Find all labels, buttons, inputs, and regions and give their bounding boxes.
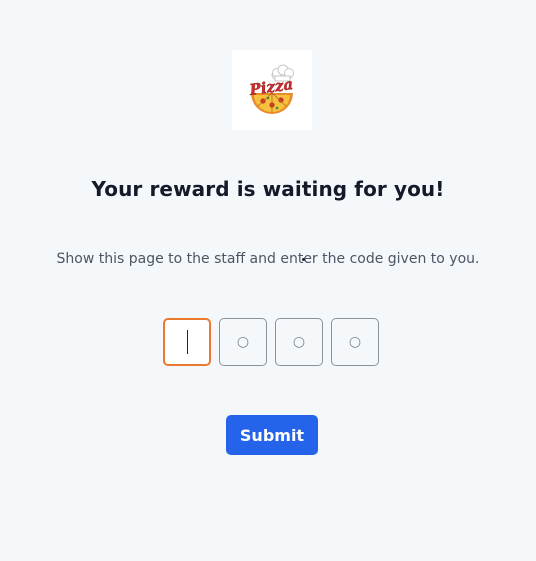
- mouse-cursor: [302, 258, 305, 261]
- code-digit-4-placeholder: ○: [348, 334, 362, 350]
- text-caret: [186, 330, 188, 354]
- submit-button[interactable]: Submit: [226, 415, 318, 455]
- code-digit-3-input[interactable]: ○: [275, 318, 323, 366]
- page-title: Your reward is waiting for you!: [91, 177, 445, 201]
- code-input-group: ○ ○ ○: [163, 318, 379, 366]
- brand-logo: Pizza: [232, 50, 312, 130]
- pizza-logo-icon: Pizza: [247, 64, 294, 114]
- code-digit-1-input[interactable]: [163, 318, 211, 366]
- instruction-text: Show this page to the staff and enter th…: [56, 251, 480, 267]
- code-digit-3-placeholder: ○: [292, 334, 306, 350]
- code-digit-2-input[interactable]: ○: [219, 318, 267, 366]
- code-digit-4-input[interactable]: ○: [331, 318, 379, 366]
- code-digit-2-placeholder: ○: [236, 334, 250, 350]
